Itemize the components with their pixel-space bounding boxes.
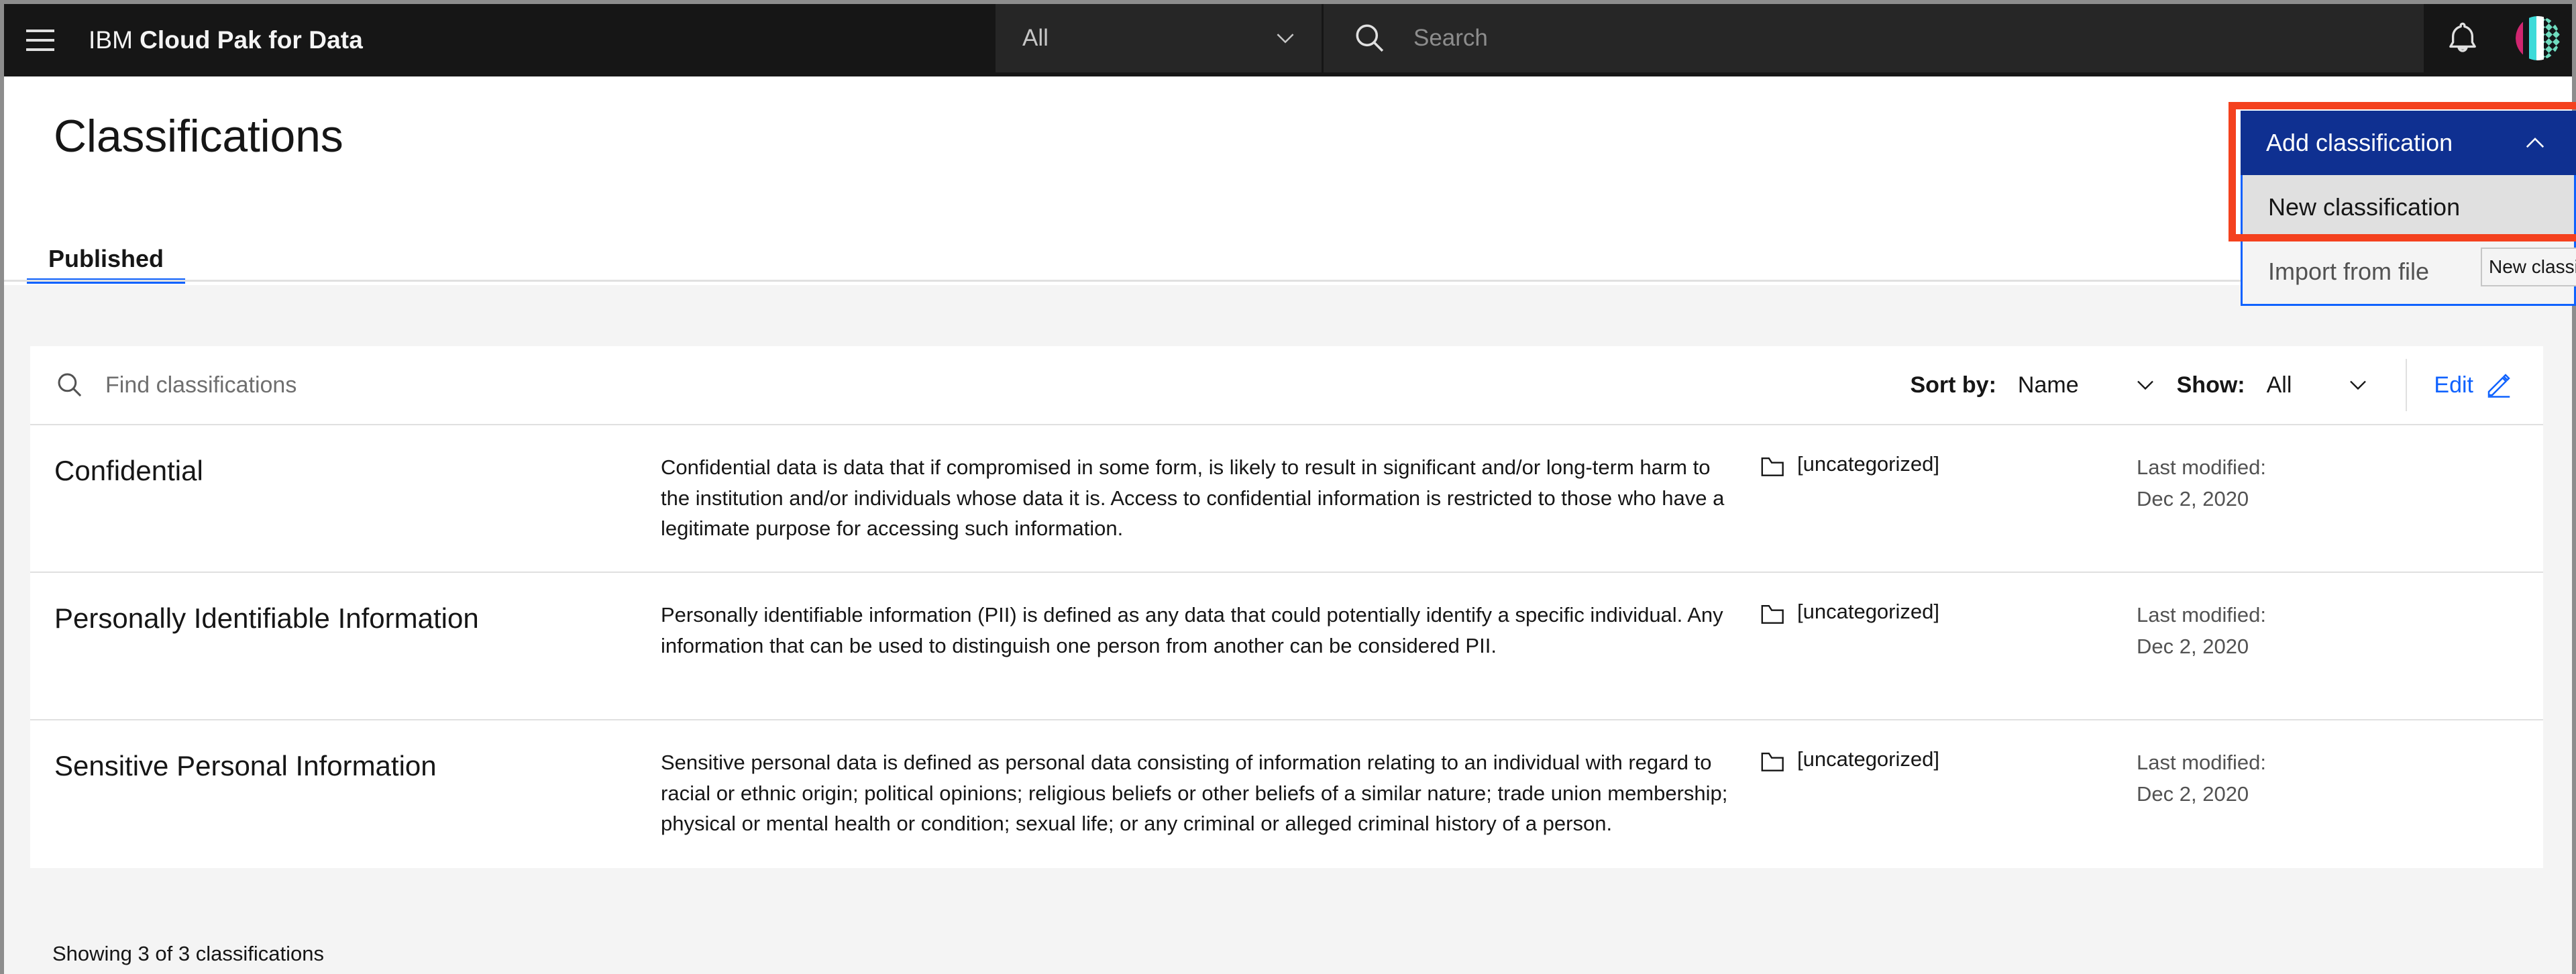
classification-name[interactable]: Confidential <box>30 452 661 545</box>
tab-list: Published <box>27 243 186 284</box>
avatar <box>2515 16 2560 60</box>
chevron-down-icon <box>1277 34 1294 44</box>
table-row[interactable]: Sensitive Personal Information Sensitive… <box>30 720 2543 868</box>
user-profile-button[interactable] <box>2503 4 2572 72</box>
classification-name[interactable]: Personally Identifiable Information <box>30 600 661 692</box>
last-modified-date: Dec 2, 2020 <box>2137 634 2249 658</box>
add-classification-button[interactable]: Add classification <box>2241 111 2576 175</box>
notification-bell-icon <box>2449 22 2476 52</box>
folder-icon <box>1761 604 1784 624</box>
classification-category-label: [uncategorized] <box>1797 600 1939 623</box>
brand-prefix: IBM <box>89 26 133 54</box>
tab-published[interactable]: Published <box>27 245 186 284</box>
search-scope-dropdown[interactable]: All <box>996 4 1322 72</box>
classification-last-modified: Last modified: Dec 2, 2020 <box>2137 600 2543 692</box>
edit-button-label: Edit <box>2434 372 2473 398</box>
tooltip: New classification <box>2481 248 2576 286</box>
classification-category-label: [uncategorized] <box>1797 452 1939 476</box>
menu-item-import-from-file-label: Import from file <box>2268 258 2430 285</box>
page-title: Classifications <box>54 111 343 162</box>
table-row[interactable]: Confidential Confidential data is data t… <box>30 425 2543 573</box>
find-classifications-field[interactable]: Find classifications <box>54 370 1910 400</box>
global-search-input[interactable]: Search <box>1413 25 1488 52</box>
tooltip-text: New classification <box>2489 256 2576 277</box>
search-scope-value: All <box>1022 25 1049 51</box>
hamburger-icon <box>26 30 54 51</box>
show-filter-value: All <box>2266 372 2292 398</box>
last-modified-label: Last modified: <box>2137 751 2266 774</box>
find-classifications-input[interactable]: Find classifications <box>105 372 297 398</box>
showing-count-text: Showing 3 of 3 classifications <box>52 942 324 965</box>
classification-description: Personally identifiable information (PII… <box>661 603 1723 657</box>
chevron-down-icon <box>2350 380 2367 390</box>
brand-title[interactable]: IBM Cloud Pak for Data <box>76 4 363 76</box>
table-row[interactable]: Personally Identifiable Information Pers… <box>30 573 2543 720</box>
last-modified-label: Last modified: <box>2137 603 2266 627</box>
sort-by-label: Sort by: <box>1910 372 1996 398</box>
app-root: IBM Cloud Pak for Data All Search Classi… <box>0 0 2576 974</box>
page-header-area: Classifications <box>4 76 2572 285</box>
classification-category-label: [uncategorized] <box>1797 747 1939 771</box>
classification-name[interactable]: Sensitive Personal Information <box>30 747 661 841</box>
global-search-field[interactable]: Search <box>1324 4 2424 72</box>
classification-last-modified: Last modified: Dec 2, 2020 <box>2137 747 2543 841</box>
edit-button[interactable]: Edit <box>2434 372 2512 398</box>
classification-category: [uncategorized] <box>1761 600 2137 692</box>
sort-by-control[interactable]: Sort by: Name <box>1910 372 2157 398</box>
classification-category: [uncategorized] <box>1761 452 2137 545</box>
last-modified-label: Last modified: <box>2137 455 2266 479</box>
show-filter-label: Show: <box>2176 372 2245 398</box>
classifications-card: Find classifications Sort by: Name Show:… <box>30 346 2543 868</box>
classification-description: Sensitive personal data is defined as pe… <box>661 751 1728 836</box>
list-toolbar: Find classifications Sort by: Name Show:… <box>30 346 2543 425</box>
menu-item-new-classification[interactable]: New classification <box>2243 175 2574 239</box>
classification-rows: Confidential Confidential data is data t… <box>30 425 2543 868</box>
chevron-up-icon <box>2526 138 2544 148</box>
notifications-button[interactable] <box>2426 4 2499 72</box>
pencil-icon <box>2487 374 2510 398</box>
classification-last-modified: Last modified: Dec 2, 2020 <box>2137 452 2543 545</box>
chevron-down-icon <box>2137 380 2153 390</box>
sort-by-value: Name <box>2017 372 2079 398</box>
toolbar-divider <box>2406 359 2408 411</box>
show-filter-control[interactable]: Show: All <box>2177 372 2371 398</box>
folder-icon <box>1761 457 1784 476</box>
classification-description: Confidential data is data that if compro… <box>661 455 1725 541</box>
hamburger-menu-button[interactable] <box>4 4 76 76</box>
brand-product: Cloud Pak for Data <box>140 26 363 54</box>
last-modified-date: Dec 2, 2020 <box>2137 781 2249 806</box>
tab-bottom-divider <box>4 280 2572 282</box>
classification-category: [uncategorized] <box>1761 747 2137 841</box>
folder-icon <box>1761 752 1784 771</box>
search-icon <box>58 373 82 397</box>
tab-published-label: Published <box>48 245 164 272</box>
menu-item-new-classification-label: New classification <box>2268 193 2461 221</box>
last-modified-date: Dec 2, 2020 <box>2137 486 2249 510</box>
search-icon <box>1356 24 1384 52</box>
add-classification-label: Add classification <box>2266 129 2453 156</box>
